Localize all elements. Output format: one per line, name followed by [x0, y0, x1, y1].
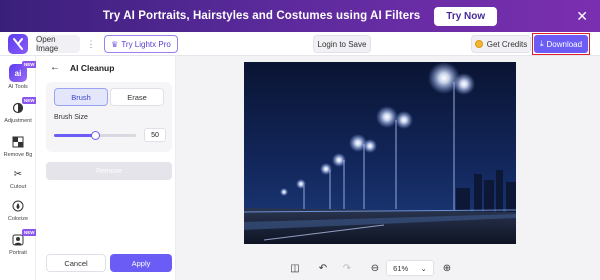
try-pro-button[interactable]: ♛ Try Lightx Pro [104, 35, 178, 53]
download-button[interactable]: ⤓ Download [534, 35, 588, 53]
brush-size-slider[interactable] [54, 131, 136, 140]
download-highlight: ⤓ Download [532, 33, 590, 55]
rail-item-remove-bg[interactable]: Remove Bg [0, 134, 36, 158]
login-to-save-button[interactable]: Login to Save [313, 35, 371, 53]
cancel-button[interactable]: Cancel [46, 254, 106, 272]
zoom-value: 61% [393, 263, 409, 273]
panel-header: ← AI Cleanup [50, 62, 114, 73]
close-icon[interactable]: ✕ [576, 8, 588, 24]
rail-label-remove-bg: Remove Bg [3, 152, 33, 158]
brush-tab[interactable]: Brush [54, 88, 108, 106]
get-credits-label: Get Credits [486, 39, 528, 49]
undo-icon[interactable]: ↶ [316, 260, 330, 276]
top-toolbar: Open Image ⋮ ♛ Try Lightx Pro Login to S… [0, 32, 600, 56]
rail-item-cutout[interactable]: ✂ Cutout [0, 166, 36, 191]
app-logo[interactable] [8, 34, 28, 54]
slider-thumb[interactable] [90, 131, 100, 140]
get-credits-button[interactable]: Get Credits [471, 35, 531, 53]
colorize-icon [10, 198, 26, 214]
left-tool-rail: ai NEW AI Tools NEW Adjustment Remove Bg… [0, 56, 37, 280]
try-pro-label: Try Lightx Pro [121, 39, 171, 49]
chevron-down-icon: ⌄ [420, 263, 427, 273]
rail-label-colorize: Colorize [7, 216, 29, 222]
banner-text: Try AI Portraits, Hairstyles and Costume… [102, 10, 421, 22]
new-badge: NEW [22, 229, 37, 236]
try-now-button[interactable]: Try Now [434, 6, 498, 26]
rail-item-portrait[interactable]: NEW Portrait [0, 229, 37, 256]
zoom-select[interactable]: 61% ⌄ [386, 260, 434, 276]
zoom-out-icon[interactable]: ⊖ [368, 260, 382, 276]
new-badge: NEW [22, 97, 37, 104]
remove-button[interactable]: Remove [46, 162, 172, 180]
crown-icon: ♛ [111, 39, 119, 49]
night-road-photo[interactable] [244, 62, 516, 244]
panel-title: AI Cleanup [70, 62, 115, 73]
scissors-icon: ✂ [13, 168, 23, 180]
brush-size-label: Brush Size [54, 114, 88, 121]
redo-icon[interactable]: ↷ [340, 260, 354, 276]
apply-button[interactable]: Apply [110, 254, 172, 272]
brush-size-value[interactable]: 50 [144, 128, 166, 142]
back-arrow-icon[interactable]: ← [50, 62, 60, 73]
ai-cleanup-panel: ← AI Cleanup Brush Erase Brush Size 50 R… [36, 56, 176, 280]
brush-settings-card: Brush Erase Brush Size 50 [46, 82, 172, 152]
rail-item-colorize[interactable]: Colorize [0, 198, 36, 222]
download-label: Download [546, 39, 583, 49]
rail-label-portrait: Portrait [9, 250, 27, 256]
rail-label-cutout: Cutout [9, 184, 27, 190]
editor-canvas [176, 56, 600, 280]
remove-bg-icon [10, 134, 26, 150]
rail-label-ai-tools: AI Tools [8, 84, 28, 90]
slider-fill [54, 134, 95, 137]
rail-item-ai-tools[interactable]: ai NEW AI Tools [0, 61, 37, 90]
open-image-button[interactable]: Open Image [36, 35, 80, 53]
erase-tab[interactable]: Erase [110, 88, 164, 106]
zoom-in-icon[interactable]: ⊕ [440, 260, 454, 276]
promo-banner: Try AI Portraits, Hairstyles and Costume… [0, 0, 600, 32]
coin-icon [474, 40, 483, 48]
download-icon: ⤓ [539, 39, 544, 48]
rail-item-adjustment[interactable]: NEW Adjustment [0, 97, 37, 124]
new-badge: NEW [22, 61, 37, 68]
bottom-controls: ◫ ↶ ↷ ⊖ 61% ⌄ ⊕ [176, 258, 600, 278]
compare-icon[interactable]: ◫ [288, 260, 302, 276]
more-vertical-icon[interactable]: ⋮ [86, 35, 96, 53]
rail-label-adjustment: Adjustment [4, 118, 32, 124]
